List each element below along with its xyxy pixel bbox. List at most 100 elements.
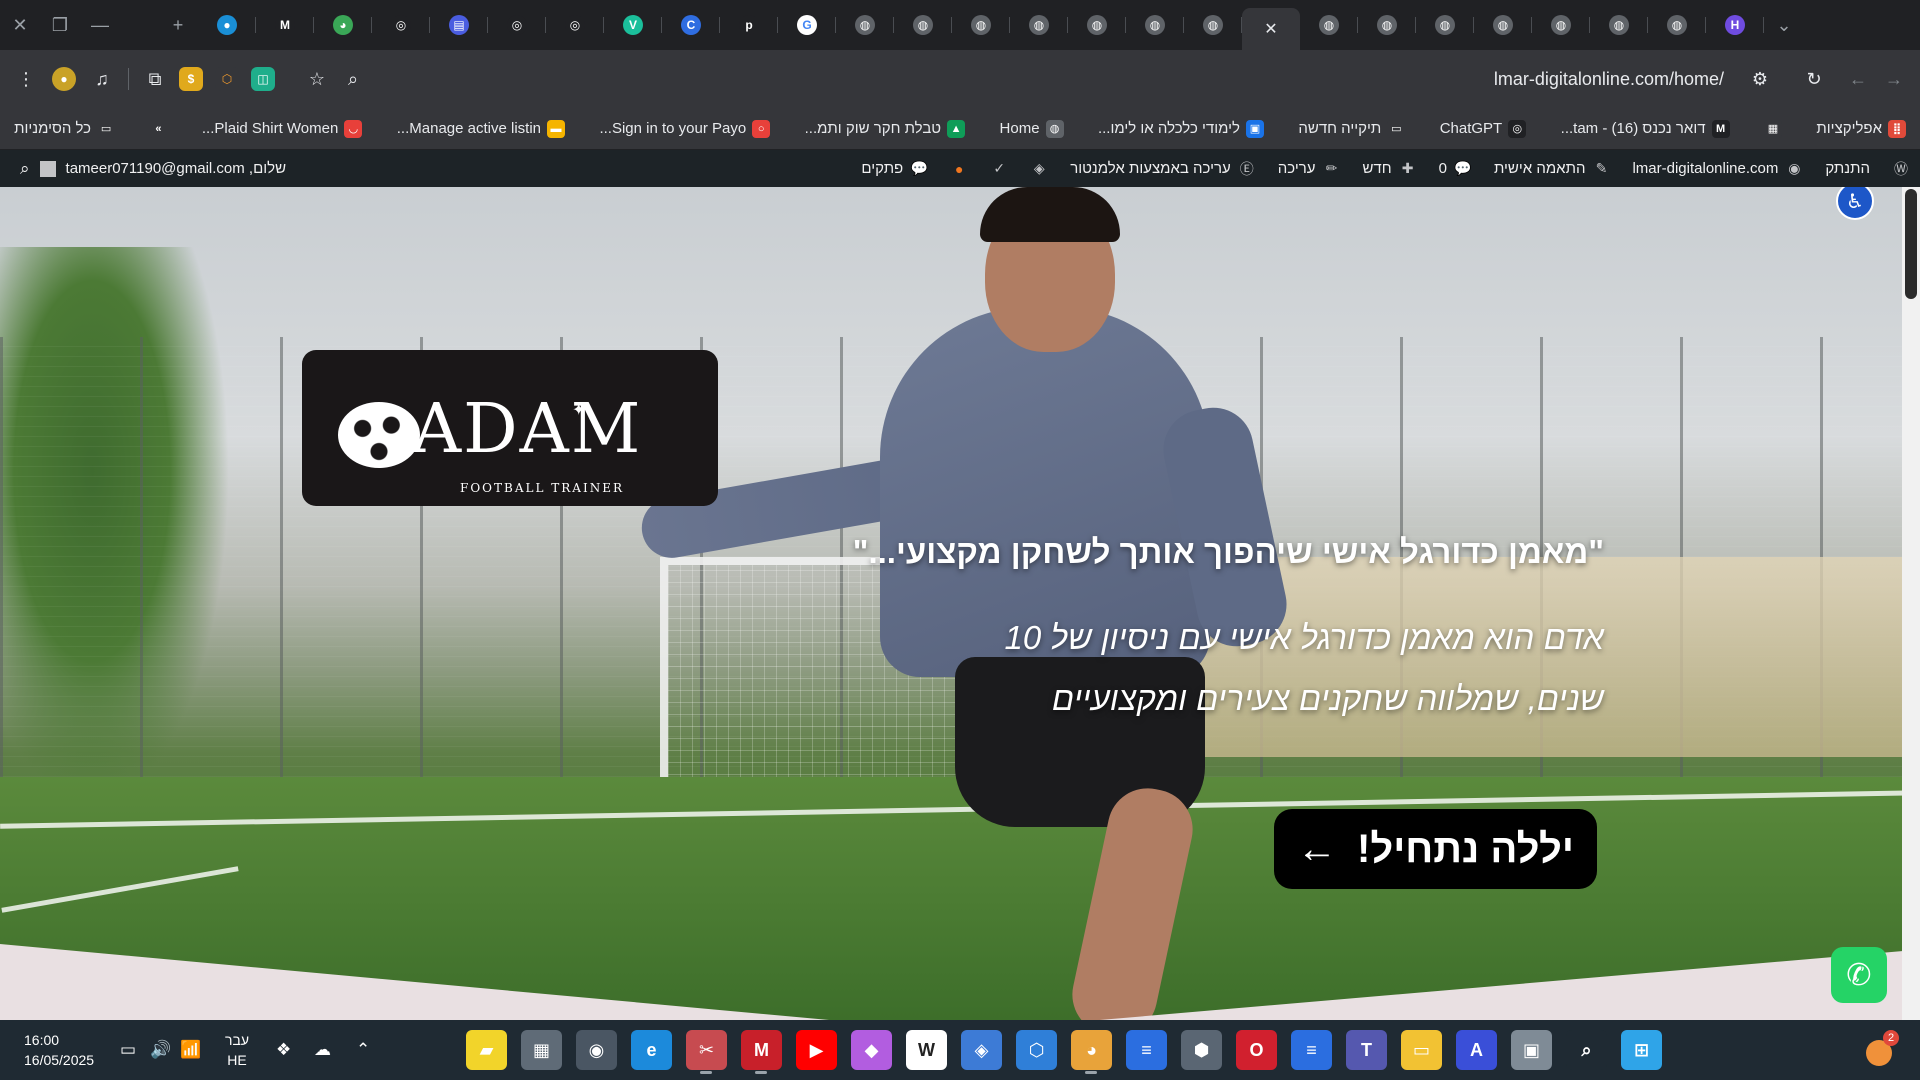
address-bar-url[interactable]: lmar-digitalonline.com/home/ [1494, 69, 1724, 90]
tab-search-chevron-icon[interactable]: ⌄ [1766, 7, 1802, 43]
cube-app[interactable]: ⬢ [1181, 1030, 1222, 1070]
menu-kebab-icon[interactable]: ⋮ [8, 61, 44, 97]
dropbox-icon[interactable]: ❖ [276, 1040, 291, 1060]
mcafee-app[interactable]: M [741, 1030, 782, 1074]
camera-app[interactable]: ◉ [576, 1030, 617, 1070]
extensions-puzzle-icon[interactable]: ⧉ [137, 61, 173, 97]
wp-elementor[interactable]: Ⓔ עריכה באמצעות אלמנטור [1070, 160, 1256, 178]
scrollbar-thumb[interactable] [1905, 189, 1917, 299]
windows-copy-app[interactable]: ▣ [1511, 1030, 1552, 1070]
wp-yoast[interactable]: ✓ [990, 160, 1008, 178]
tab-v-app[interactable]: V [604, 7, 662, 43]
restore-window-icon[interactable]: ❐ [42, 7, 78, 43]
snipping-app[interactable]: ✂ [686, 1030, 727, 1074]
bookmark-home[interactable]: ◍ Home [1000, 119, 1064, 138]
wp-new[interactable]: ✚ חדש [1362, 160, 1416, 178]
forward-arrow-icon[interactable]: → [1876, 61, 1912, 97]
profile-avatar[interactable]: ● [52, 67, 76, 91]
tab-site-10[interactable]: ◍ [1416, 7, 1474, 43]
extension-orange-icon[interactable]: ⬡ [215, 67, 239, 91]
tab-site-6[interactable]: ◍ [1126, 7, 1184, 43]
start-cta-button[interactable]: יללה נתחיל! ← [1274, 809, 1597, 889]
tab-site-9[interactable]: ◍ [1358, 7, 1416, 43]
volume-icon[interactable]: 🔊 [150, 1040, 171, 1060]
back-arrow-icon[interactable]: ← [1840, 61, 1876, 97]
bookmark-chatgpt[interactable]: ◎ ChatGPT [1440, 119, 1527, 138]
tab-site-12[interactable]: ◍ [1532, 7, 1590, 43]
tab-site-8[interactable]: ◍ [1300, 7, 1358, 43]
tab-google[interactable]: G [778, 7, 836, 43]
language-indicator[interactable]: עבר HE [225, 1030, 249, 1070]
tab-h-app[interactable]: H [1706, 7, 1764, 43]
chrome-app[interactable]: ◕ [1071, 1030, 1112, 1074]
youtube-app[interactable]: ▶ [796, 1030, 837, 1070]
minimize-window-icon[interactable]: — [82, 7, 118, 43]
tab-openai-1[interactable]: ◎ [488, 7, 546, 43]
tab-bubble[interactable]: ● [198, 7, 256, 43]
wp-status-dot[interactable]: ● [950, 160, 968, 178]
bookmark-economics[interactable]: ▣ לימודי כלכלה או לימו... [1098, 119, 1264, 138]
close-tab-icon[interactable]: ✕ [1261, 19, 1281, 39]
tab-site-5[interactable]: ◍ [1068, 7, 1126, 43]
zoom-icon[interactable]: ⌕ [335, 61, 371, 97]
wp-user-avatar[interactable] [39, 160, 56, 177]
tray-overflow-chevron-icon[interactable]: ⌃ [356, 1040, 370, 1060]
bookmark-star-icon[interactable]: ☆ [299, 61, 335, 97]
wp-logo[interactable]: Ⓦ [1892, 160, 1910, 178]
docs-app[interactable]: ≡ [1126, 1030, 1167, 1070]
docs2-app[interactable]: ≡ [1291, 1030, 1332, 1070]
tab-site-2[interactable]: ◍ [894, 7, 952, 43]
wp-comments[interactable]: 💬 0 [1439, 160, 1472, 178]
tab-calendar[interactable]: ▤ [430, 7, 488, 43]
bookmark-listings[interactable]: ▬ Manage active listin... [397, 119, 566, 138]
tab-chatgpt[interactable]: ◎ [372, 7, 430, 43]
tab-openai-2[interactable]: ◎ [546, 7, 604, 43]
bookmark-market-research[interactable]: ▲ טבלת חקר שוק ותמ... [805, 119, 966, 138]
teams-app[interactable]: T [1346, 1030, 1387, 1070]
sticky-notes-app[interactable]: ▰ [466, 1030, 507, 1070]
wp-edit[interactable]: ✏ עריכה [1278, 160, 1341, 178]
tab-chrome-store[interactable]: ◕ [314, 7, 372, 43]
tab-site-4[interactable]: ◍ [1010, 7, 1068, 43]
whatsapp-icon[interactable]: ✆ [1831, 947, 1887, 1003]
accessibility-icon[interactable]: ♿ [1836, 187, 1874, 220]
tab-site-1[interactable]: ◍ [836, 7, 894, 43]
box-app[interactable]: ⬡ [1016, 1030, 1057, 1070]
bookmark-plaid-shirt[interactable]: ◡ Plaid Shirt Women... [202, 119, 363, 138]
edge-app[interactable]: e [631, 1030, 672, 1070]
new-tab-button[interactable]: + [160, 7, 196, 43]
calculator-app[interactable]: ▦ [521, 1030, 562, 1070]
bookmark-overflow[interactable]: » [149, 119, 168, 138]
copilot-app[interactable]: ◆ [851, 1030, 892, 1070]
page-scrollbar[interactable] [1902, 187, 1920, 1020]
bookmark-payoneer[interactable]: ○ Sign in to your Payo... [599, 119, 771, 138]
bookmark-gmail[interactable]: M דואר נכנס (16) - tam... [1561, 119, 1730, 138]
site-logo[interactable]: ✦ ADAM FOOTBALL TRAINER [302, 350, 718, 506]
tab-site-13[interactable]: ◍ [1590, 7, 1648, 43]
bookmark-grid[interactable]: ▦ [1763, 119, 1782, 138]
close-window-icon[interactable]: ✕ [2, 7, 38, 43]
bookmark-all[interactable]: ▭ כל הסימניות [14, 119, 116, 138]
opera-app[interactable]: O [1236, 1030, 1277, 1070]
tab-site-11[interactable]: ◍ [1474, 7, 1532, 43]
tab-gmail[interactable]: M [256, 7, 314, 43]
extension-coins-icon[interactable]: $ [179, 67, 203, 91]
tab-site-14[interactable]: ◍ [1648, 7, 1706, 43]
reload-icon[interactable]: ↻ [1796, 61, 1832, 97]
site-settings-icon[interactable]: ⚙ [1742, 61, 1778, 97]
wp-search-icon[interactable]: ⌕ [20, 159, 30, 179]
active-tab[interactable]: ✕ [1242, 8, 1300, 50]
wp-logout[interactable]: התנתק [1825, 160, 1870, 177]
media-control-icon[interactable]: ♫ [84, 61, 120, 97]
wp-site-name[interactable]: ◉ lmar-digitalonline.com [1632, 160, 1803, 178]
tab-p-app[interactable]: p [720, 7, 778, 43]
search-app[interactable]: ⌕ [1566, 1030, 1607, 1070]
wp-customize[interactable]: ✎ התאמה אישית [1494, 160, 1611, 178]
bookmark-apps[interactable]: ⣿ אפליקציות [1816, 119, 1906, 138]
word-app[interactable]: A [1456, 1030, 1497, 1070]
battery-icon[interactable]: ▭ [120, 1040, 136, 1060]
taskbar-clock[interactable]: 16:00 16/05/2025 [24, 1030, 94, 1070]
wikipedia-app[interactable]: W [906, 1030, 947, 1070]
start-app[interactable]: ⊞ [1621, 1030, 1662, 1070]
wp-notes[interactable]: 💬 פתקים [861, 160, 928, 178]
